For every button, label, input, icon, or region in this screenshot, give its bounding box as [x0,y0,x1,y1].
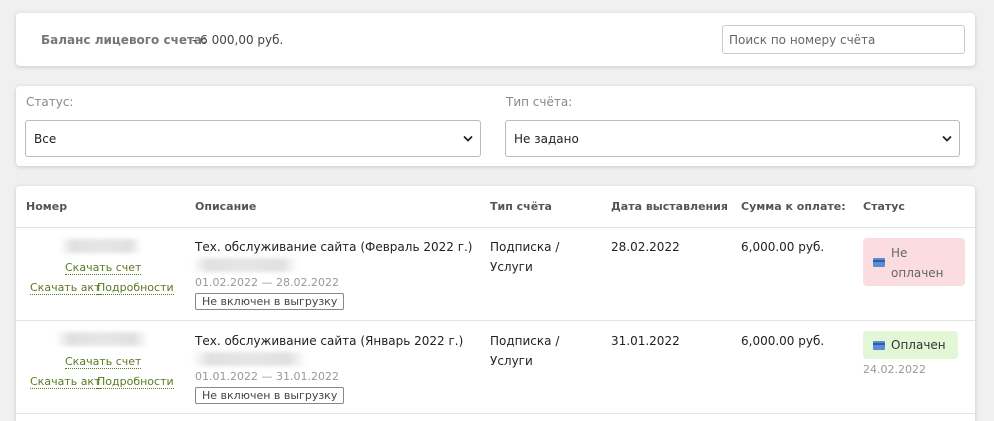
chevron-down-icon [463,135,473,142]
invoice-sum: 6,000.00 руб. [741,240,825,254]
filter-panel: Статус: Все Тип счёта: Не задано [16,86,975,166]
status-text-line: оплачен [891,266,944,280]
column-header-sum: Сумма к оплате: [741,200,846,213]
invoice-type: Подписка / Услуги [490,237,559,277]
invoice-description: Тех. обслуживание сайта (Январь 2022 г.) [195,334,464,348]
payment-date: 24.02.2022 [863,363,926,376]
type-filter-value: Не задано [514,132,579,146]
row-divider [16,413,975,414]
type-filter-select[interactable]: Не задано [505,120,960,157]
export-status-tag: Не включен в выгрузку [195,387,345,404]
column-header-date: Дата выставления [611,200,728,213]
credit-card-icon [873,341,885,350]
invoice-date: 28.02.2022 [611,240,680,254]
chevron-down-icon [942,135,952,142]
column-header-type: Тип счёта [490,200,552,213]
table-row: Скачать счет Скачать акт Подробности Тех… [16,228,975,321]
table-row: Скачать счет Скачать акт Подробности Тех… [16,321,975,414]
invoice-sum: 6,000.00 руб. [741,334,825,348]
column-header-description: Описание [195,200,257,213]
status-filter-select[interactable]: Все [25,120,481,157]
download-act-link[interactable]: Скачать акт [30,281,101,295]
balance-label: Баланс лицевого счета: [41,33,207,47]
invoices-table: Номер Описание Тип счёта Дата выставлени… [16,186,975,421]
invoice-type-line: Услуги [490,354,533,368]
status-badge-unpaid: Не оплачен [863,238,965,286]
download-act-link[interactable]: Скачать акт [30,375,101,389]
details-link[interactable]: Подробности [97,375,174,389]
export-status-tag: Не включен в выгрузку [195,293,345,310]
invoice-number-redacted [56,332,148,346]
balance-panel: Баланс лицевого счета: - 6 000,00 руб. [16,13,975,66]
column-header-status: Статус [863,200,905,213]
status-badge-paid: Оплачен [863,331,958,359]
invoice-description: Тех. обслуживание сайта (Февраль 2022 г.… [195,240,473,254]
status-text-line: Не [891,246,908,260]
status-text: Оплачен [891,338,946,352]
invoice-type-line: Подписка / [490,334,560,348]
description-redacted [192,258,298,272]
status-text: Не оплачен [891,243,944,283]
description-redacted [192,352,306,366]
credit-card-icon [873,258,885,267]
invoice-type-line: Услуги [490,260,533,274]
invoice-period: 01.01.2022 — 31.01.2022 [195,370,339,383]
invoice-type: Подписка / Услуги [490,331,559,371]
balance-value: - 6 000,00 руб. [192,33,284,47]
column-header-number: Номер [26,200,68,213]
status-filter-label: Статус: [26,95,74,109]
invoice-type-line: Подписка / [490,240,560,254]
status-filter-value: Все [34,132,57,146]
invoice-period: 01.02.2022 — 28.02.2022 [195,276,339,289]
type-filter-label: Тип счёта: [506,95,573,109]
invoice-search-input[interactable] [722,25,965,54]
download-invoice-link[interactable]: Скачать счет [65,355,142,369]
details-link[interactable]: Подробности [97,281,174,295]
download-invoice-link[interactable]: Скачать счет [65,261,142,275]
invoice-number-redacted [60,239,142,253]
invoice-date: 31.01.2022 [611,334,680,348]
